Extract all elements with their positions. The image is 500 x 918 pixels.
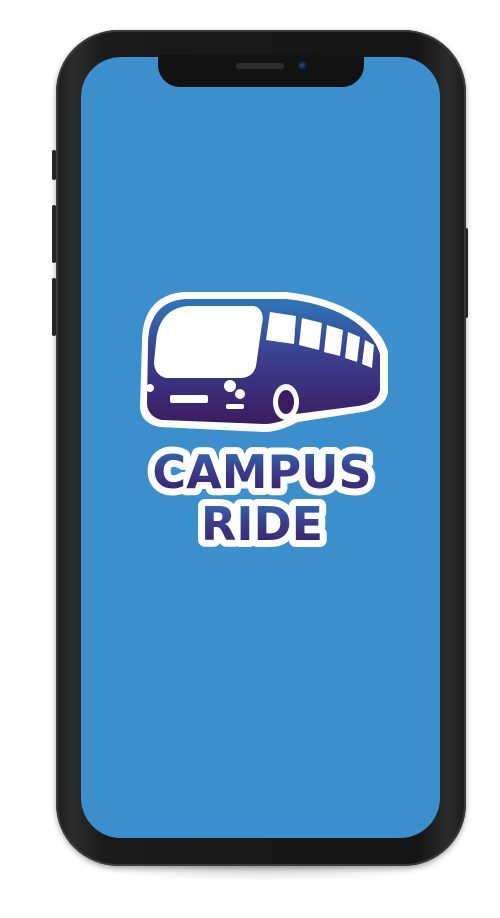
- logo-line2: RIDE: [201, 497, 323, 551]
- device-mockup: CAMPUS CAMPUS RIDE RIDE: [0, 0, 500, 918]
- phone-notch: [158, 55, 364, 87]
- earpiece-speaker: [236, 63, 284, 69]
- logo-wordmark: CAMPUS CAMPUS RIDE RIDE: [145, 438, 378, 554]
- app-logo: CAMPUS CAMPUS RIDE RIDE: [140, 292, 388, 554]
- front-camera: [298, 61, 308, 71]
- bus-icon: [140, 292, 388, 432]
- logo-line1: CAMPUS: [152, 445, 371, 499]
